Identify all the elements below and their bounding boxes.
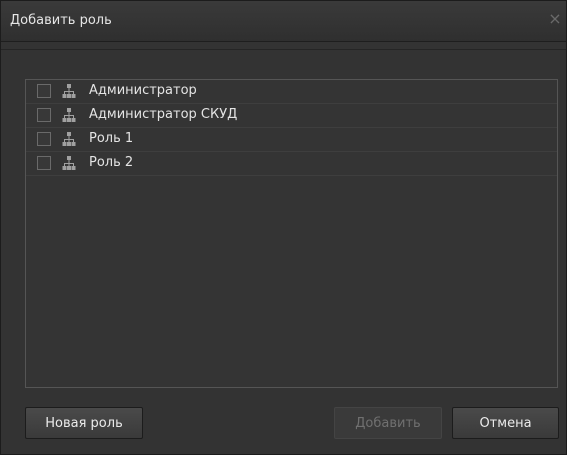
add-button[interactable]: Добавить: [334, 407, 442, 439]
role-label: Администратор СКУД: [89, 107, 238, 122]
role-tree-icon: [62, 84, 76, 98]
list-item[interactable]: Роль 2: [26, 152, 557, 176]
list-item[interactable]: Администратор СКУД: [26, 104, 557, 128]
role-label: Роль 2: [89, 155, 134, 170]
title-divider: [1, 49, 566, 50]
dialog-title: Добавить роль: [10, 13, 112, 28]
role-checkbox[interactable]: [37, 108, 51, 122]
role-checkbox[interactable]: [37, 84, 51, 98]
role-checkbox[interactable]: [37, 156, 51, 170]
role-label: Роль 1: [89, 131, 134, 146]
list-item[interactable]: Администратор: [26, 80, 557, 104]
role-tree-icon: [62, 108, 76, 122]
role-tree-icon: [62, 156, 76, 170]
role-label: Администратор: [89, 83, 197, 98]
roles-list: Администратор Администратор СКУД Роль 1 …: [25, 79, 558, 388]
cancel-button[interactable]: Отмена: [452, 407, 559, 439]
role-tree-icon: [62, 132, 76, 146]
add-role-dialog: Добавить роль × Администратор Администра…: [0, 0, 567, 455]
dialog-titlebar: Добавить роль ×: [1, 1, 566, 42]
new-role-button[interactable]: Новая роль: [25, 407, 143, 439]
list-item[interactable]: Роль 1: [26, 128, 557, 152]
close-icon[interactable]: ×: [546, 10, 564, 28]
role-checkbox[interactable]: [37, 132, 51, 146]
